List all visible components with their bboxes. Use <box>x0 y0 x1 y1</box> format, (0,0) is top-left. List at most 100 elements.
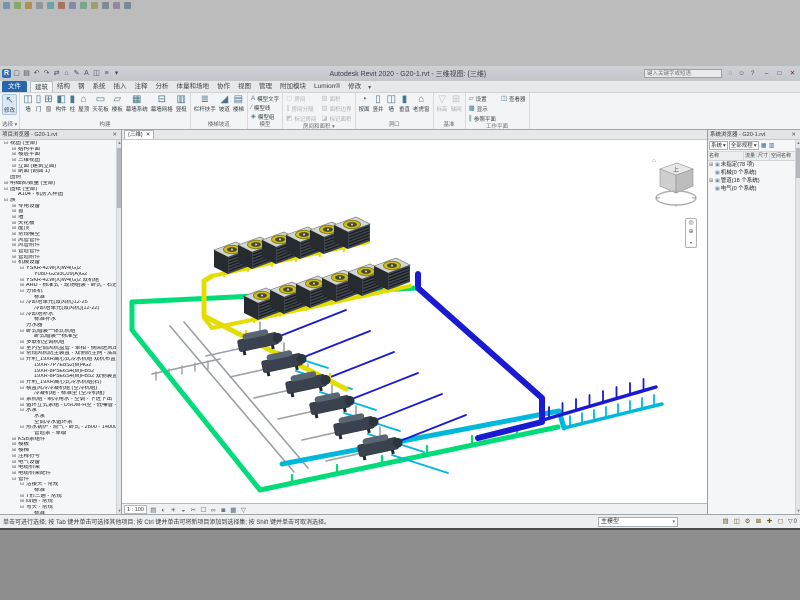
ribbon-button[interactable]: ⌂老虎窗 <box>412 94 431 113</box>
navigation-bar[interactable]: ◎ ⊕ ▾ <box>685 218 697 248</box>
open-icon[interactable]: ▢ <box>12 69 21 78</box>
reveal-hidden-icon[interactable]: ◙ <box>219 505 228 514</box>
desktop-menubar-icon[interactable] <box>91 2 98 9</box>
ribbon-button[interactable]: ▭天花板 <box>91 94 110 113</box>
design-option-select[interactable]: 主模型▾ <box>598 517 678 527</box>
ribbon-tab[interactable]: 系统 <box>89 81 110 92</box>
ribbon-button[interactable]: ∥房间分隔 <box>285 104 317 113</box>
ribbon-tab[interactable]: 体量和场地 <box>173 81 214 92</box>
tree-toggle-icon[interactable]: ⊟ <box>19 300 25 306</box>
settings-icon[interactable]: ⚙ <box>743 517 752 527</box>
ribbon-button[interactable]: ▧面积 <box>320 94 352 103</box>
panel-label[interactable]: 房间和面积 ▾ <box>285 123 352 130</box>
ribbon-button[interactable]: ⊟幕墙网格 <box>150 94 174 113</box>
close-button[interactable]: ✕ <box>787 69 798 79</box>
editing-requests-icon[interactable]: ▤ <box>721 517 730 527</box>
tree-toggle-icon[interactable]: ⊞ <box>708 177 714 185</box>
ribbon-button[interactable]: ▱设置 <box>468 94 497 103</box>
detail-level-icon[interactable]: ▤ <box>149 505 158 514</box>
select-by-face-toggle-icon[interactable]: ◻ <box>776 517 785 527</box>
ribbon-button[interactable]: ▱楼板 <box>111 94 124 113</box>
view-tab-close-icon[interactable]: ✕ <box>146 131 151 139</box>
ribbon-button[interactable]: ◔按面 <box>358 94 371 113</box>
ribbon-button[interactable]: ◈模型组 <box>250 112 276 121</box>
default-3d-view-icon[interactable]: ⌂ <box>62 69 71 78</box>
temporary-hide-icon[interactable]: ▦ <box>229 505 238 514</box>
ribbon-button[interactable]: ∕模型线 <box>250 103 272 112</box>
redo-icon[interactable]: ↷ <box>42 69 51 78</box>
sun-path-icon[interactable]: ☀ <box>169 505 178 514</box>
tree-toggle-icon[interactable]: ⊟ <box>19 312 25 318</box>
ribbon-button[interactable]: A模型文字 <box>250 94 280 103</box>
tab-overflow-icon[interactable]: ▾ <box>365 83 374 92</box>
select-links-toggle-icon[interactable]: ⊠ <box>754 517 763 527</box>
ribbon-button[interactable]: ∥参照平面 <box>468 114 497 123</box>
ribbon-button[interactable]: ▥竖梃 <box>175 94 188 113</box>
tree-toggle-icon[interactable]: ⊟ <box>19 329 25 335</box>
ribbon-tab[interactable]: 附加模块 <box>276 81 310 92</box>
ribbon-button[interactable]: ▨面积边界 <box>320 104 352 113</box>
desktop-menubar-icon[interactable] <box>58 2 65 9</box>
select-pinned-toggle-icon[interactable]: ✚ <box>765 517 774 527</box>
desktop-menubar-icon[interactable] <box>80 2 87 9</box>
ribbon-tab[interactable]: 修改 <box>344 81 365 92</box>
tree-toggle-icon[interactable]: ⊟ <box>11 477 17 483</box>
project-browser-close-icon[interactable]: ✕ <box>110 130 119 139</box>
tree-toggle-icon[interactable]: ⊟ <box>19 357 25 363</box>
system-browser-close-icon[interactable]: ✕ <box>789 130 798 139</box>
steering-wheel-icon[interactable]: ◎ <box>688 220 693 227</box>
desktop-menubar-icon[interactable] <box>47 2 54 9</box>
ribbon-tab[interactable]: Lumion® <box>310 81 344 92</box>
restore-button[interactable]: □ <box>774 69 785 79</box>
ribbon-button[interactable]: ▦显示 <box>468 104 497 113</box>
system-browser-scrollbar[interactable]: ▲▼ <box>795 140 800 514</box>
ribbon-tab[interactable]: 管理 <box>255 81 276 92</box>
ribbon-tab[interactable]: 结构 <box>53 81 74 92</box>
visual-style-icon[interactable]: ◐ <box>159 505 168 514</box>
ribbon-button[interactable]: ◫墙 <box>22 94 33 113</box>
ribbon-button[interactable]: ◫墙 <box>386 94 397 113</box>
signin-user-icon[interactable]: ☺ <box>737 69 746 78</box>
desktop-menubar-icon[interactable] <box>102 2 109 9</box>
help-icon[interactable]: ? <box>748 69 757 78</box>
desktop-menubar-icon[interactable] <box>113 2 120 9</box>
crop-view-icon[interactable]: ✂ <box>189 505 198 514</box>
zoom-icon[interactable]: ⊕ <box>688 229 693 236</box>
worksharing-display-icon[interactable]: ◫ <box>732 517 741 527</box>
ribbon-tab[interactable]: 建筑 <box>30 81 53 92</box>
tree-toggle-icon[interactable]: ⊟ <box>3 187 9 193</box>
scale-button[interactable]: 1 : 100 <box>124 505 147 514</box>
save-icon[interactable]: ▤ <box>22 69 31 78</box>
sync-central-icon[interactable]: ⇄ <box>52 69 61 78</box>
panel-label[interactable]: 选择 ▾ <box>2 121 17 129</box>
qat-customize-icon[interactable]: ▾ <box>112 69 121 78</box>
ribbon-button[interactable]: ▮垂直 <box>398 94 411 113</box>
autofit-columns-icon[interactable]: ▦ <box>760 142 768 150</box>
ribbon-button[interactable]: ⊞窗 <box>43 94 53 113</box>
text-icon[interactable]: A <box>82 69 91 78</box>
ribbon-button[interactable]: ◩标记房间 <box>285 114 317 123</box>
tree-toggle-icon[interactable]: ⊟ <box>19 408 25 414</box>
ribbon-button[interactable]: ≣栏杆扶手 <box>193 94 217 113</box>
tree-toggle-icon[interactable]: ⊟ <box>3 141 9 147</box>
tree-item[interactable]: 标准 <box>1 511 121 514</box>
tree-toggle-icon[interactable]: ⊟ <box>11 260 17 266</box>
tree-toggle-icon[interactable]: ⊟ <box>19 289 25 295</box>
desktop-menubar-icon[interactable] <box>36 2 43 9</box>
thin-lines-icon[interactable]: ≡ <box>102 69 111 78</box>
ribbon-tab[interactable]: 注释 <box>131 81 152 92</box>
ribbon-button[interactable]: ▤楼梯 <box>232 94 245 113</box>
tree-toggle-icon[interactable]: ⊟ <box>19 505 25 511</box>
system-row[interactable]: ⊞ ▣ 未指定(78 项) <box>708 161 800 169</box>
ribbon-button[interactable]: ▽标高 <box>436 94 449 113</box>
ribbon-button[interactable]: ◢坡道 <box>218 94 231 113</box>
system-row[interactable]: ▣ 电气(0 个系统) <box>708 185 800 193</box>
tree-toggle-icon[interactable]: ⊟ <box>19 482 25 488</box>
app-logo-icon[interactable]: R <box>2 69 11 78</box>
file-tab[interactable]: 文件 <box>2 81 27 92</box>
tree-toggle-icon[interactable]: ⊟ <box>3 198 9 204</box>
ribbon-button[interactable]: ↖修改 <box>2 94 17 115</box>
shadows-icon[interactable]: ◒ <box>179 505 188 514</box>
discipline-select[interactable]: 全部规程▾ <box>729 141 759 150</box>
ribbon-button[interactable]: ▦幕墙系统 <box>125 94 149 113</box>
